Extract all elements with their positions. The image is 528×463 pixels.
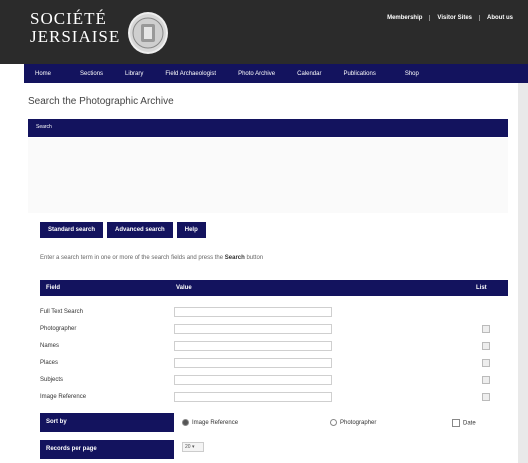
- instructions-text-bold: Search: [224, 255, 245, 261]
- records-per-page-select[interactable]: 20 ▾: [182, 442, 204, 452]
- scrollbar[interactable]: [518, 83, 528, 463]
- search-section-bar[interactable]: Search: [28, 119, 508, 137]
- full-text-input[interactable]: [174, 307, 332, 317]
- visitor-sites-link[interactable]: Visitor Sites: [429, 15, 479, 21]
- nav-photo-archive[interactable]: Photo Archive: [227, 71, 286, 77]
- col-field-header: Field: [46, 285, 61, 291]
- places-list-icon[interactable]: [482, 359, 490, 367]
- field-label: Photographer: [40, 326, 77, 332]
- photographer-input[interactable]: [174, 324, 332, 334]
- names-input[interactable]: [174, 341, 332, 351]
- image-reference-list-icon[interactable]: [482, 393, 490, 401]
- advanced-search-button[interactable]: Advanced search: [107, 222, 173, 238]
- sort-option-image-reference[interactable]: Image Reference: [182, 419, 238, 426]
- search-section-label: Search: [36, 124, 52, 130]
- ghost-sidebar-list: [28, 138, 508, 213]
- col-value-header: Value: [176, 285, 192, 291]
- records-per-page-label: Records per page: [46, 446, 97, 452]
- records-per-page-value: 20: [185, 444, 191, 450]
- checkbox-icon[interactable]: [452, 419, 460, 427]
- field-row-places: Places: [40, 357, 508, 371]
- nav-home[interactable]: Home: [24, 71, 62, 77]
- sort-option-photographer[interactable]: Photographer: [330, 419, 376, 426]
- names-list-icon[interactable]: [482, 342, 490, 350]
- nav-sections[interactable]: Sections: [62, 71, 114, 77]
- instructions-text-before: Enter a search term in one or more of th…: [40, 255, 225, 261]
- field-row-photographer: Photographer: [40, 323, 508, 337]
- crest-icon: [128, 12, 168, 54]
- image-reference-input[interactable]: [174, 392, 332, 402]
- field-row-names: Names: [40, 340, 508, 354]
- standard-search-button[interactable]: Standard search: [40, 222, 104, 238]
- search-mode-buttons: Standard search Advanced search Help: [40, 222, 206, 238]
- sort-by-label-cell: Sort by: [40, 413, 174, 432]
- field-row-image-reference: Image Reference: [40, 391, 508, 405]
- records-per-page-label-cell: Records per page: [40, 440, 174, 459]
- field-row-subjects: Subjects: [40, 374, 508, 388]
- site-header: SOCIÉTÉ JERSIAISE Membership Visitor Sit…: [0, 0, 528, 64]
- sort-by-label: Sort by: [46, 419, 67, 425]
- field-label: Names: [40, 343, 60, 349]
- subjects-list-icon[interactable]: [482, 376, 490, 384]
- field-label: Subjects: [40, 377, 64, 383]
- instructions-text-after: button: [244, 255, 264, 261]
- sort-option-date[interactable]: Date: [452, 419, 476, 427]
- subjects-input[interactable]: [174, 375, 332, 385]
- field-label: Full Text Search: [40, 309, 83, 315]
- search-table-header: Field Value List: [40, 280, 508, 296]
- col-list-header: List: [476, 285, 487, 291]
- main-nav: Home Sections Library Field Archaeologis…: [24, 64, 528, 83]
- photographer-list-icon[interactable]: [482, 325, 490, 333]
- field-label: Places: [40, 360, 59, 366]
- sort-option-label: Date: [463, 420, 476, 427]
- site-logo[interactable]: SOCIÉTÉ JERSIAISE: [30, 10, 120, 46]
- nav-shop[interactable]: Shop: [387, 71, 430, 77]
- help-button[interactable]: Help: [176, 222, 206, 238]
- top-links: Membership Visitor Sites About us: [380, 15, 520, 21]
- nav-field-archaeologist[interactable]: Field Archaeologist: [154, 71, 227, 77]
- field-row-full-text: Full Text Search: [40, 306, 508, 320]
- nav-calendar[interactable]: Calendar: [286, 71, 332, 77]
- search-instructions: Enter a search term in one or more of th…: [40, 255, 263, 261]
- sort-option-label: Photographer: [340, 420, 377, 427]
- nav-library[interactable]: Library: [114, 71, 154, 77]
- nav-publications[interactable]: Publications: [332, 71, 386, 77]
- places-input[interactable]: [174, 358, 332, 368]
- membership-link[interactable]: Membership: [380, 15, 429, 21]
- sort-option-label: Image Reference: [192, 420, 239, 427]
- logo-line-2: JERSIAISE: [30, 27, 121, 46]
- page-title: Search the Photographic Archive: [28, 96, 174, 107]
- radio-icon[interactable]: [330, 419, 337, 426]
- about-us-link[interactable]: About us: [479, 15, 520, 21]
- radio-selected-icon[interactable]: [182, 419, 189, 426]
- logo-line-1: SOCIÉTÉ: [30, 9, 107, 28]
- field-label: Image Reference: [40, 394, 87, 400]
